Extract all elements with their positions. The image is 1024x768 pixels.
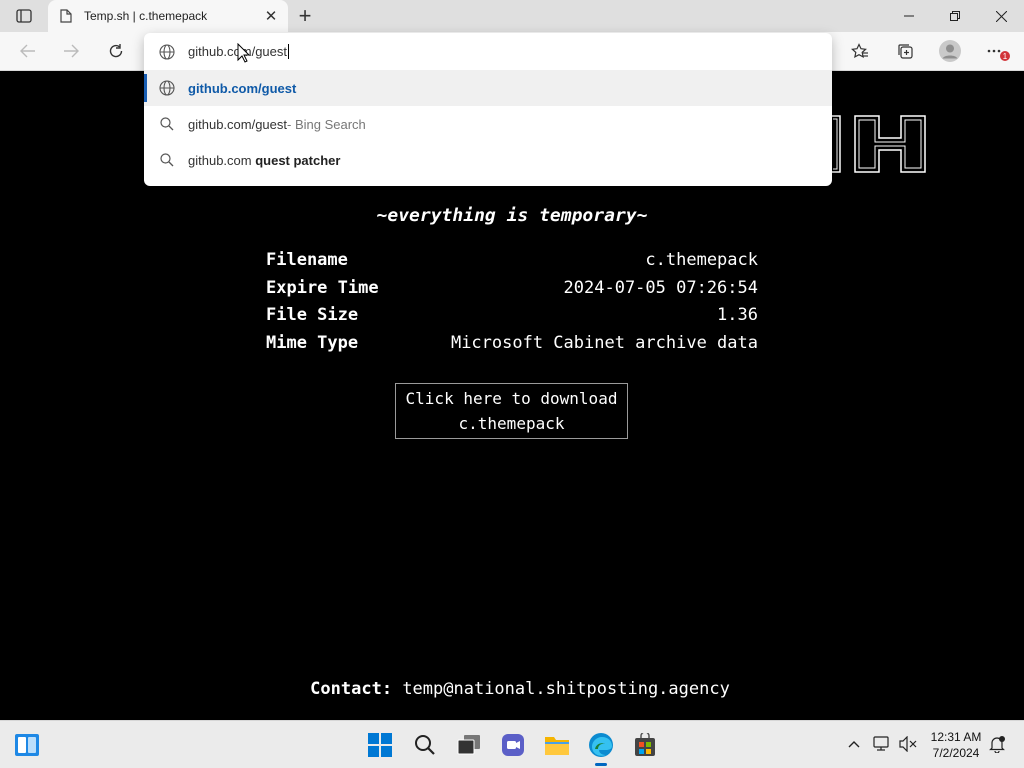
chevron-up-icon[interactable] bbox=[843, 733, 865, 755]
file-explorer-icon[interactable] bbox=[540, 729, 574, 761]
suggestion-search[interactable]: github.com quest patcher bbox=[144, 142, 832, 178]
suggestion-suffix: - Bing Search bbox=[287, 116, 366, 132]
contact-line: Contact: temp@national.shitposting.agenc… bbox=[0, 679, 1024, 699]
suggestion-text: github.com/guest bbox=[188, 80, 297, 96]
task-view-icon[interactable] bbox=[452, 729, 486, 761]
search-icon bbox=[158, 151, 176, 169]
globe-icon bbox=[158, 79, 176, 97]
tab-actions-icon[interactable] bbox=[8, 4, 40, 28]
search-icon bbox=[158, 115, 176, 133]
info-key: Mime Type bbox=[266, 332, 359, 353]
clock-date: 7/2/2024 bbox=[932, 746, 980, 760]
favorites-icon[interactable] bbox=[845, 37, 875, 65]
tab-strip: Temp.sh | c.themepack ✕ + bbox=[0, 0, 1024, 32]
text-caret bbox=[288, 44, 290, 59]
microsoft-store-icon[interactable] bbox=[628, 729, 662, 761]
settings-menu-icon[interactable]: 1 bbox=[982, 37, 1012, 65]
tab-title: Temp.sh | c.themepack bbox=[84, 9, 208, 23]
suggestion-bing-search[interactable]: github.com/guest - Bing Search bbox=[144, 106, 832, 142]
profile-avatar[interactable] bbox=[935, 37, 965, 65]
download-label-line2: c.themepack bbox=[458, 414, 565, 433]
info-value: c.themepack bbox=[645, 250, 758, 270]
contact-label: Contact: bbox=[310, 679, 393, 699]
info-row-mime-type: Mime Type Microsoft Cabinet archive data bbox=[266, 330, 758, 358]
globe-icon bbox=[158, 43, 176, 61]
refresh-button[interactable] bbox=[101, 37, 131, 65]
teams-chat-icon[interactable] bbox=[496, 729, 530, 761]
edge-browser-icon[interactable] bbox=[584, 729, 618, 766]
site-logo-icon bbox=[830, 115, 926, 173]
clock-time: 12:31 AM bbox=[930, 730, 982, 744]
tagline: ~everything is temporary~ bbox=[376, 205, 648, 226]
search-icon[interactable] bbox=[408, 729, 442, 761]
info-key: Filename bbox=[266, 250, 348, 270]
file-info-table: Filename c.themepack Expire Time 2024-07… bbox=[266, 247, 758, 357]
suggestion-text: github.com/guest bbox=[188, 116, 288, 132]
forward-button[interactable] bbox=[56, 37, 86, 65]
volume-muted-icon[interactable] bbox=[897, 733, 919, 755]
document-icon bbox=[58, 8, 74, 24]
tab-active[interactable]: Temp.sh | c.themepack ✕ bbox=[48, 0, 288, 32]
mouse-cursor-icon bbox=[237, 43, 251, 63]
notifications-icon[interactable] bbox=[986, 733, 1008, 755]
back-button[interactable] bbox=[13, 37, 43, 65]
info-row-filename: Filename c.themepack bbox=[266, 247, 758, 275]
screen: Temp.sh | c.themepack ✕ + 1 github.com/g… bbox=[0, 0, 1024, 768]
info-row-file-size: File Size 1.36 bbox=[266, 302, 758, 330]
new-tab-button[interactable]: + bbox=[292, 3, 318, 28]
taskbar: 12:31 AM 7/2/2024 bbox=[0, 720, 1024, 768]
widgets-icon[interactable] bbox=[10, 729, 44, 761]
info-value: 2024-07-05 07:26:54 bbox=[563, 277, 758, 298]
close-window-button[interactable] bbox=[978, 0, 1024, 32]
suggestion-url[interactable]: github.com/guest bbox=[144, 70, 832, 106]
suggestion-text: github.com bbox=[188, 152, 256, 168]
network-icon[interactable] bbox=[871, 733, 893, 755]
collections-icon[interactable] bbox=[890, 37, 920, 65]
clock[interactable]: 12:31 AM 7/2/2024 bbox=[920, 729, 992, 761]
download-button[interactable]: Click here to download c.themepack bbox=[395, 383, 628, 439]
info-key: Expire Time bbox=[266, 277, 379, 298]
info-value: Microsoft Cabinet archive data bbox=[450, 332, 758, 353]
info-key: File Size bbox=[266, 305, 359, 325]
download-label-line1: Click here to download bbox=[405, 389, 618, 408]
suggestion-completion: quest patcher bbox=[255, 152, 341, 168]
notification-badge: 1 bbox=[1003, 52, 1008, 61]
contact-email-link[interactable]: temp@national.shitposting.agency bbox=[402, 679, 730, 699]
info-row-expire-time: Expire Time 2024-07-05 07:26:54 bbox=[266, 275, 758, 303]
minimize-button[interactable] bbox=[886, 0, 932, 32]
start-icon[interactable] bbox=[363, 729, 397, 761]
info-value: 1.36 bbox=[717, 305, 758, 325]
tab-close-icon[interactable]: ✕ bbox=[262, 7, 280, 25]
restore-button[interactable] bbox=[932, 0, 978, 32]
